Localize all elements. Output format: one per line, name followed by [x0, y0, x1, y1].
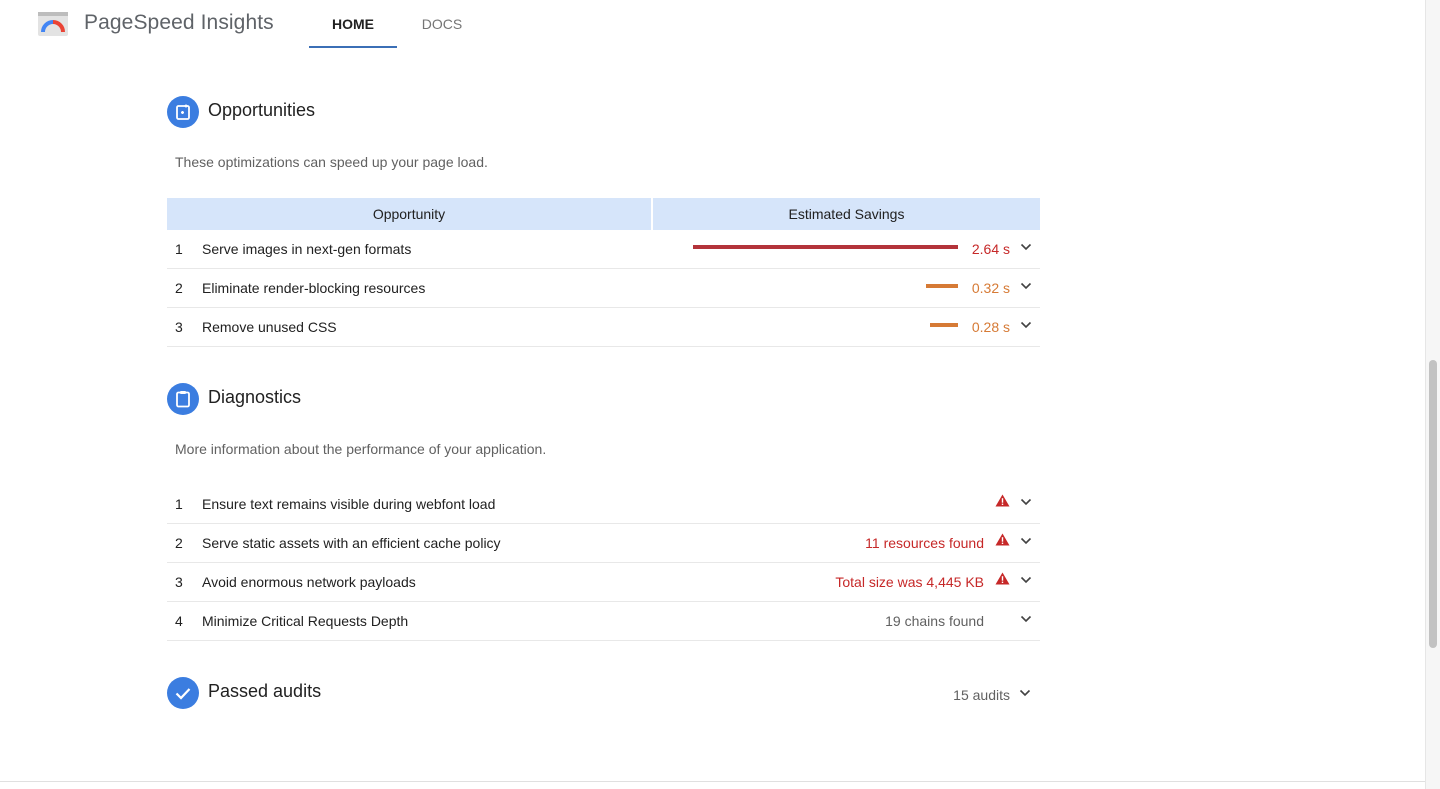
- top-header: PageSpeed Insights HOME DOCS: [0, 0, 1425, 48]
- diagnostic-title: Ensure text remains visible during webfo…: [202, 496, 496, 512]
- row-number: 3: [175, 574, 183, 590]
- diagnostic-row[interactable]: 2 Serve static assets with an efficient …: [167, 524, 1040, 563]
- scrollbar-thumb[interactable]: [1429, 360, 1437, 648]
- savings-value: 2.64 s: [971, 241, 1010, 257]
- diagnostics-title: Diagnostics: [208, 387, 302, 407]
- opportunities-icon: [167, 96, 199, 128]
- row-number: 1: [175, 241, 183, 257]
- savings-value: 0.32 s: [971, 280, 1010, 296]
- chevron-down-icon[interactable]: [1020, 282, 1032, 290]
- passed-audits-count[interactable]: 15 audits: [900, 687, 1010, 703]
- diagnostic-title: Serve static assets with an efficient ca…: [202, 535, 501, 551]
- savings-bar: [926, 284, 958, 288]
- footer-divider: [0, 781, 1425, 782]
- passed-audits-title[interactable]: Passed audits: [208, 681, 321, 702]
- chevron-down-icon[interactable]: [1020, 615, 1032, 623]
- diagnostic-detail: Total size was 4,445 KB: [835, 574, 984, 590]
- column-header-opportunity: Opportunity: [167, 198, 651, 230]
- tab-docs[interactable]: DOCS: [400, 0, 484, 48]
- column-header-estimated-savings: Estimated Savings: [653, 198, 1040, 230]
- tab-docs-label: DOCS: [421, 16, 463, 32]
- tab-home[interactable]: HOME: [309, 0, 397, 48]
- diagnostic-title: Minimize Critical Requests Depth: [202, 613, 409, 629]
- chevron-down-icon[interactable]: [1020, 243, 1032, 251]
- diagnostic-detail: 11 resources found: [865, 535, 984, 551]
- tab-active-indicator: [309, 46, 397, 48]
- warning-triangle-icon: [995, 533, 1010, 546]
- page: PageSpeed Insights HOME DOCS Opportuniti…: [0, 0, 1440, 789]
- savings-bar: [930, 323, 958, 327]
- chevron-down-icon[interactable]: [1020, 537, 1032, 545]
- diagnostic-row[interactable]: 3 Avoid enormous network payloads Total …: [167, 563, 1040, 602]
- opportunity-row[interactable]: 3 Remove unused CSS 0.28 s: [167, 308, 1040, 347]
- opportunities-table-header: Opportunity Estimated Savings: [167, 198, 1040, 230]
- diagnostics-clipboard-icon: [167, 383, 199, 415]
- diagnostic-row[interactable]: 4 Minimize Critical Requests Depth 19 ch…: [167, 602, 1040, 641]
- passed-check-icon: [167, 677, 199, 709]
- chevron-down-icon[interactable]: [1019, 689, 1031, 697]
- pagespeed-logo-icon[interactable]: [38, 12, 68, 36]
- savings-bar: [693, 245, 958, 249]
- warning-triangle-icon: [995, 494, 1010, 507]
- opportunity-title: Remove unused CSS: [202, 319, 337, 335]
- opportunity-row[interactable]: 2 Eliminate render-blocking resources 0.…: [167, 269, 1040, 308]
- diagnostic-title: Avoid enormous network payloads: [202, 574, 416, 590]
- opportunities-description: These optimizations can speed up your pa…: [175, 154, 488, 170]
- warning-triangle-icon: [995, 572, 1010, 585]
- row-number: 2: [175, 280, 183, 296]
- opportunity-title: Serve images in next-gen formats: [202, 241, 412, 257]
- opportunities-title: Opportunities: [208, 100, 316, 120]
- row-number: 4: [175, 613, 183, 629]
- diagnostics-description: More information about the performance o…: [175, 441, 547, 457]
- opportunity-title: Eliminate render-blocking resources: [202, 280, 426, 296]
- diagnostic-row[interactable]: 1 Ensure text remains visible during web…: [167, 485, 1040, 524]
- savings-value: 0.28 s: [971, 319, 1010, 335]
- tab-home-label: HOME: [332, 16, 374, 32]
- row-number: 2: [175, 535, 183, 551]
- chevron-down-icon[interactable]: [1020, 498, 1032, 506]
- chevron-down-icon[interactable]: [1020, 321, 1032, 329]
- chevron-down-icon[interactable]: [1020, 576, 1032, 584]
- opportunity-row[interactable]: 1 Serve images in next-gen formats 2.64 …: [167, 230, 1040, 269]
- vertical-scrollbar[interactable]: [1425, 0, 1440, 789]
- row-number: 1: [175, 496, 183, 512]
- brand-title[interactable]: PageSpeed Insights: [84, 11, 274, 35]
- diagnostic-detail: 19 chains found: [885, 613, 984, 629]
- row-number: 3: [175, 319, 183, 335]
